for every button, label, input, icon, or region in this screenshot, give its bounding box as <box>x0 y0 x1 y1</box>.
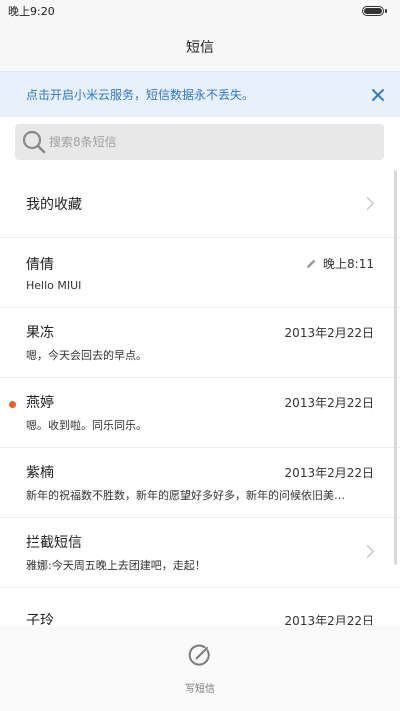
contact-name: 拦截短信 <box>26 535 82 551</box>
message-time: 晚上8:11 <box>323 257 374 271</box>
message-time: 2013年2月22日 <box>284 325 374 340</box>
conversation-row[interactable]: 果冻 2013年2月22日 嗯，今天会回去的早点。 <box>0 308 400 378</box>
message-preview: 雅娜:今天周五晚上去团建吧，走起！ <box>26 559 206 572</box>
cloud-service-banner[interactable]: 点击开启小米云服务，短信数据永不丢失。 <box>0 72 400 117</box>
close-icon[interactable] <box>370 87 386 103</box>
title-bar: 短信 <box>0 22 400 72</box>
compose-label: 写短信 <box>185 683 215 695</box>
status-time: 晚上9:20 <box>8 5 55 18</box>
compose-icon[interactable] <box>187 642 213 672</box>
message-preview: Hello MIUI <box>26 278 82 292</box>
compose-button[interactable]: 写短信 <box>0 625 400 711</box>
conversation-row[interactable]: 子玲 2013年2月22日 <box>0 588 400 625</box>
unread-indicator <box>9 401 16 408</box>
search-area <box>0 117 400 172</box>
message-time: 2013年2月22日 <box>284 395 374 410</box>
message-time: 2013年2月22日 <box>284 613 374 626</box>
message-preview: 新年的祝福数不胜数，新年的愿望好多好多，新年的问候依旧美… <box>26 489 345 502</box>
message-preview: 嗯。收到啦。同乐同乐。 <box>26 419 147 432</box>
search-box[interactable] <box>15 124 384 160</box>
conversation-row[interactable]: 燕婷 2013年2月22日 嗯。收到啦。同乐同乐。 <box>0 378 400 448</box>
draft-pencil-icon <box>305 258 317 270</box>
chevron-right-icon <box>361 197 374 210</box>
message-preview: 嗯，今天会回去的早点。 <box>26 349 147 362</box>
page-title: 短信 <box>186 39 214 56</box>
search-input[interactable] <box>49 135 349 149</box>
search-icon <box>21 129 47 155</box>
status-bar: 晚上9:20 <box>0 0 400 22</box>
banner-text[interactable]: 点击开启小米云服务，短信数据永不丢失。 <box>26 86 254 103</box>
favorites-label: 我的收藏 <box>26 196 82 213</box>
message-time: 2013年2月22日 <box>284 465 374 480</box>
battery-icon <box>362 6 387 16</box>
scrollbar[interactable] <box>394 170 397 565</box>
contact-name: 燕婷 <box>26 395 54 411</box>
conversation-row[interactable]: 紫楠 2013年2月22日 新年的祝福数不胜数，新年的愿望好多好多，新年的问候依… <box>0 448 400 518</box>
conversation-row[interactable]: 倩倩 晚上8:11 Hello MIUI <box>0 238 400 308</box>
conversation-list[interactable]: 我的收藏 倩倩 晚上8:11 Hello MIUI 果冻 2013年2月22日 … <box>0 170 400 625</box>
favorites-item[interactable]: 我的收藏 <box>0 170 400 238</box>
contact-name: 果冻 <box>26 325 54 341</box>
blocked-messages-row[interactable]: 拦截短信 雅娜:今天周五晚上去团建吧，走起！ <box>0 518 400 588</box>
contact-name: 紫楠 <box>26 465 54 481</box>
contact-name: 子玲 <box>26 613 54 625</box>
contact-name: 倩倩 <box>26 256 54 273</box>
